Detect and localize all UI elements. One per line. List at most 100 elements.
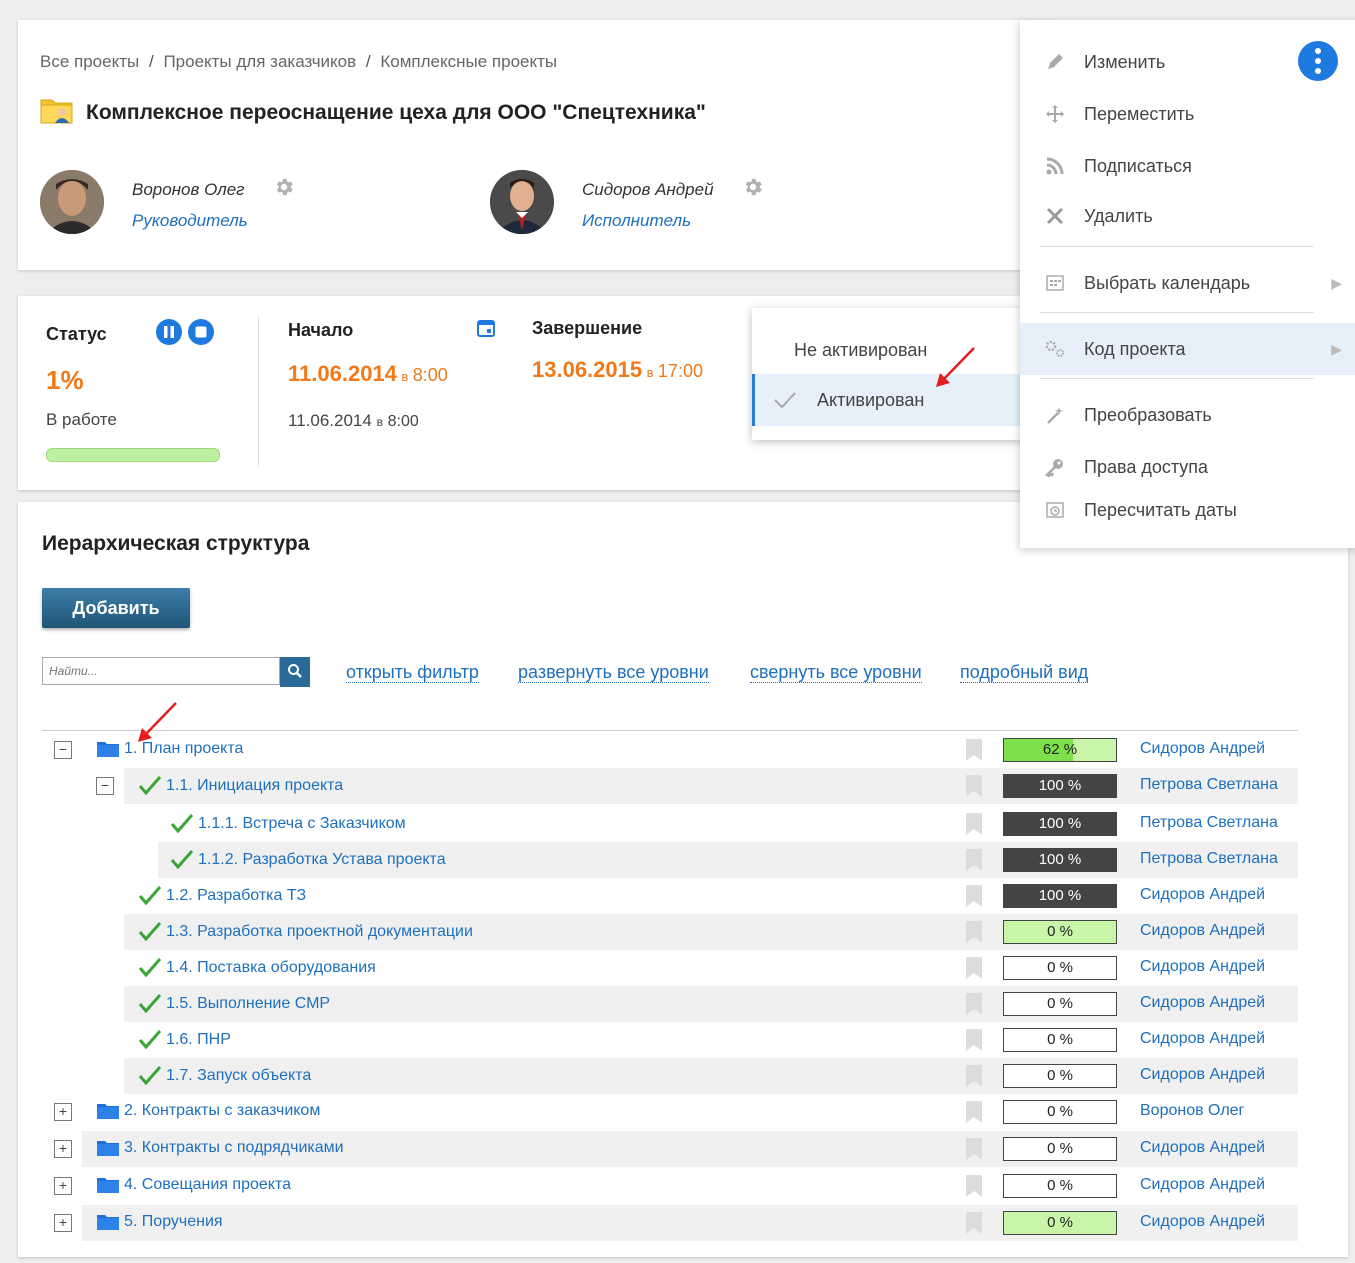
detailed-view-link[interactable]: подробный вид bbox=[960, 662, 1089, 683]
bookmark-icon[interactable] bbox=[966, 1175, 982, 1197]
menu-item-convert[interactable]: Преобразовать bbox=[1020, 395, 1355, 435]
bookmark-icon[interactable] bbox=[966, 921, 982, 943]
tree-item-label: 1.7. Запуск объекта bbox=[166, 1067, 312, 1084]
tree-task-item[interactable]: 1.3. Разработка проектной документации bbox=[138, 922, 473, 942]
bookmark-icon[interactable] bbox=[966, 739, 982, 761]
assignee-link[interactable]: Сидоров Андрей bbox=[1140, 740, 1265, 758]
bookmark-icon[interactable] bbox=[966, 1138, 982, 1160]
person-role-link[interactable]: Исполнитель bbox=[582, 211, 764, 231]
breadcrumb-customer-projects[interactable]: Проекты для заказчиков bbox=[163, 52, 356, 71]
stop-icon[interactable] bbox=[187, 318, 215, 351]
status-label: Статус bbox=[46, 324, 107, 344]
assignee-link[interactable]: Сидоров Андрей bbox=[1140, 1030, 1265, 1048]
add-button[interactable]: Добавить bbox=[42, 588, 190, 628]
expand-toggle[interactable]: + bbox=[54, 1177, 72, 1195]
expand-toggle[interactable]: + bbox=[54, 1103, 72, 1121]
menu-item-access-rights[interactable]: Права доступа bbox=[1020, 447, 1355, 487]
bookmark-icon[interactable] bbox=[966, 957, 982, 979]
avatar[interactable] bbox=[40, 170, 104, 234]
progress-text: 100 % bbox=[1038, 815, 1082, 832]
gear-icon[interactable] bbox=[742, 176, 764, 203]
assignee-link[interactable]: Сидоров Андрей bbox=[1140, 994, 1265, 1012]
assignee-link[interactable]: Сидоров Андрей bbox=[1140, 886, 1265, 904]
gear-icon[interactable] bbox=[273, 176, 295, 203]
tree-task-item[interactable]: 1.1.1. Встреча с Заказчиком bbox=[170, 814, 406, 834]
assignee-link[interactable]: Воронов Олег bbox=[1140, 1102, 1244, 1120]
check-icon bbox=[138, 994, 162, 1014]
open-filter-link[interactable]: открыть фильтр bbox=[346, 662, 479, 683]
bookmark-icon[interactable] bbox=[966, 993, 982, 1015]
tree-folder-item[interactable]: 2. Контракты с заказчиком bbox=[96, 1102, 320, 1120]
collapse-toggle[interactable]: − bbox=[54, 741, 72, 759]
assignee-link[interactable]: Сидоров Андрей bbox=[1140, 922, 1265, 940]
avatar[interactable] bbox=[490, 170, 554, 234]
more-actions-button[interactable] bbox=[1298, 41, 1338, 81]
more-dot bbox=[1315, 48, 1321, 54]
assignee-link[interactable]: Петрова Светлана bbox=[1140, 814, 1278, 832]
search-button[interactable] bbox=[280, 657, 310, 687]
progress-text: 100 % bbox=[1038, 777, 1082, 794]
calendar-icon[interactable] bbox=[476, 318, 496, 343]
folder-icon bbox=[96, 1102, 120, 1120]
progress-text: 0 % bbox=[1047, 1067, 1073, 1084]
menu-item-subscribe[interactable]: Подписаться bbox=[1020, 146, 1355, 186]
check-icon bbox=[773, 391, 797, 409]
tree-item-label: 3. Контракты с подрядчиками bbox=[124, 1139, 344, 1156]
bookmark-icon[interactable] bbox=[966, 1212, 982, 1234]
pause-icon[interactable] bbox=[155, 318, 183, 351]
tree-task-item[interactable]: 1.5. Выполнение СМР bbox=[138, 994, 330, 1014]
menu-item-calendar[interactable]: Выбрать календарь ▶ bbox=[1020, 263, 1355, 303]
progress-text: 0 % bbox=[1047, 923, 1073, 940]
activation-option-active[interactable]: Активирован bbox=[752, 374, 1024, 426]
key-icon bbox=[1040, 457, 1070, 477]
assignee-link[interactable]: Сидоров Андрей bbox=[1140, 958, 1265, 976]
status-percent: 1% bbox=[46, 365, 84, 395]
collapse-all-link[interactable]: свернуть все уровни bbox=[750, 662, 922, 683]
progress-text: 0 % bbox=[1047, 1103, 1073, 1120]
search-input[interactable] bbox=[42, 657, 280, 685]
bookmark-icon[interactable] bbox=[966, 775, 982, 797]
assignee-link[interactable]: Петрова Светлана bbox=[1140, 850, 1278, 868]
person-role-link[interactable]: Руководитель bbox=[132, 211, 295, 231]
tree-task-item[interactable]: 1.1.2. Разработка Устава проекта bbox=[170, 850, 446, 870]
tree-task-item[interactable]: 1.2. Разработка ТЗ bbox=[138, 886, 306, 906]
assignee-link[interactable]: Сидоров Андрей bbox=[1140, 1213, 1265, 1231]
tree-task-item[interactable]: 1.1. Инициация проекта bbox=[138, 776, 343, 796]
status-controls bbox=[155, 318, 215, 351]
tree-task-item[interactable]: 1.7. Запуск объекта bbox=[138, 1066, 311, 1086]
collapse-toggle[interactable]: − bbox=[96, 777, 114, 795]
menu-item-recalculate-dates[interactable]: Пересчитать даты bbox=[1020, 490, 1355, 530]
tree-folder-item[interactable]: 3. Контракты с подрядчиками bbox=[96, 1139, 344, 1157]
tree-task-item[interactable]: 1.4. Поставка оборудования bbox=[138, 958, 376, 978]
breadcrumb-all-projects[interactable]: Все проекты bbox=[40, 52, 139, 71]
tree-folder-item[interactable]: 4. Совещания проекта bbox=[96, 1176, 291, 1194]
move-icon bbox=[1040, 104, 1070, 124]
bookmark-icon[interactable] bbox=[966, 849, 982, 871]
table-row: +2. Контракты с заказчиком 0 % Воронов Оле… bbox=[18, 1094, 1348, 1130]
bookmark-icon[interactable] bbox=[966, 885, 982, 907]
status-state: В работе bbox=[46, 410, 117, 429]
activation-option-inactive[interactable]: Не активирован bbox=[752, 324, 1024, 376]
menu-item-project-code[interactable]: Код проекта ▶ bbox=[1020, 323, 1355, 375]
expand-toggle[interactable]: + bbox=[54, 1214, 72, 1232]
check-icon bbox=[138, 1030, 162, 1050]
tree-task-item[interactable]: 1.6. ПНР bbox=[138, 1030, 231, 1050]
expand-all-link[interactable]: развернуть все уровни bbox=[518, 662, 709, 683]
bookmark-icon[interactable] bbox=[966, 1029, 982, 1051]
tree-divider bbox=[42, 730, 1298, 731]
menu-item-delete[interactable]: Удалить bbox=[1020, 196, 1355, 236]
table-row: 1.7. Запуск объекта 0 % Сидоров Андрей bbox=[18, 1058, 1348, 1094]
menu-item-move[interactable]: Переместить bbox=[1020, 94, 1355, 134]
bookmark-icon[interactable] bbox=[966, 1065, 982, 1087]
bookmark-icon[interactable] bbox=[966, 813, 982, 835]
bookmark-icon[interactable] bbox=[966, 1101, 982, 1123]
assignee-link[interactable]: Петрова Светлана bbox=[1140, 776, 1278, 794]
expand-toggle[interactable]: + bbox=[54, 1140, 72, 1158]
assignee-link[interactable]: Сидоров Андрей bbox=[1140, 1139, 1265, 1157]
breadcrumb-complex-projects[interactable]: Комплексные проекты bbox=[380, 52, 557, 71]
tree-folder-item[interactable]: 5. Поручения bbox=[96, 1213, 223, 1231]
assignee-link[interactable]: Сидоров Андрей bbox=[1140, 1176, 1265, 1194]
assignee-link[interactable]: Сидоров Андрей bbox=[1140, 1066, 1265, 1084]
progress-cell: 0 % bbox=[1003, 1064, 1117, 1088]
status-column: Статус 1% В работе bbox=[46, 318, 236, 462]
